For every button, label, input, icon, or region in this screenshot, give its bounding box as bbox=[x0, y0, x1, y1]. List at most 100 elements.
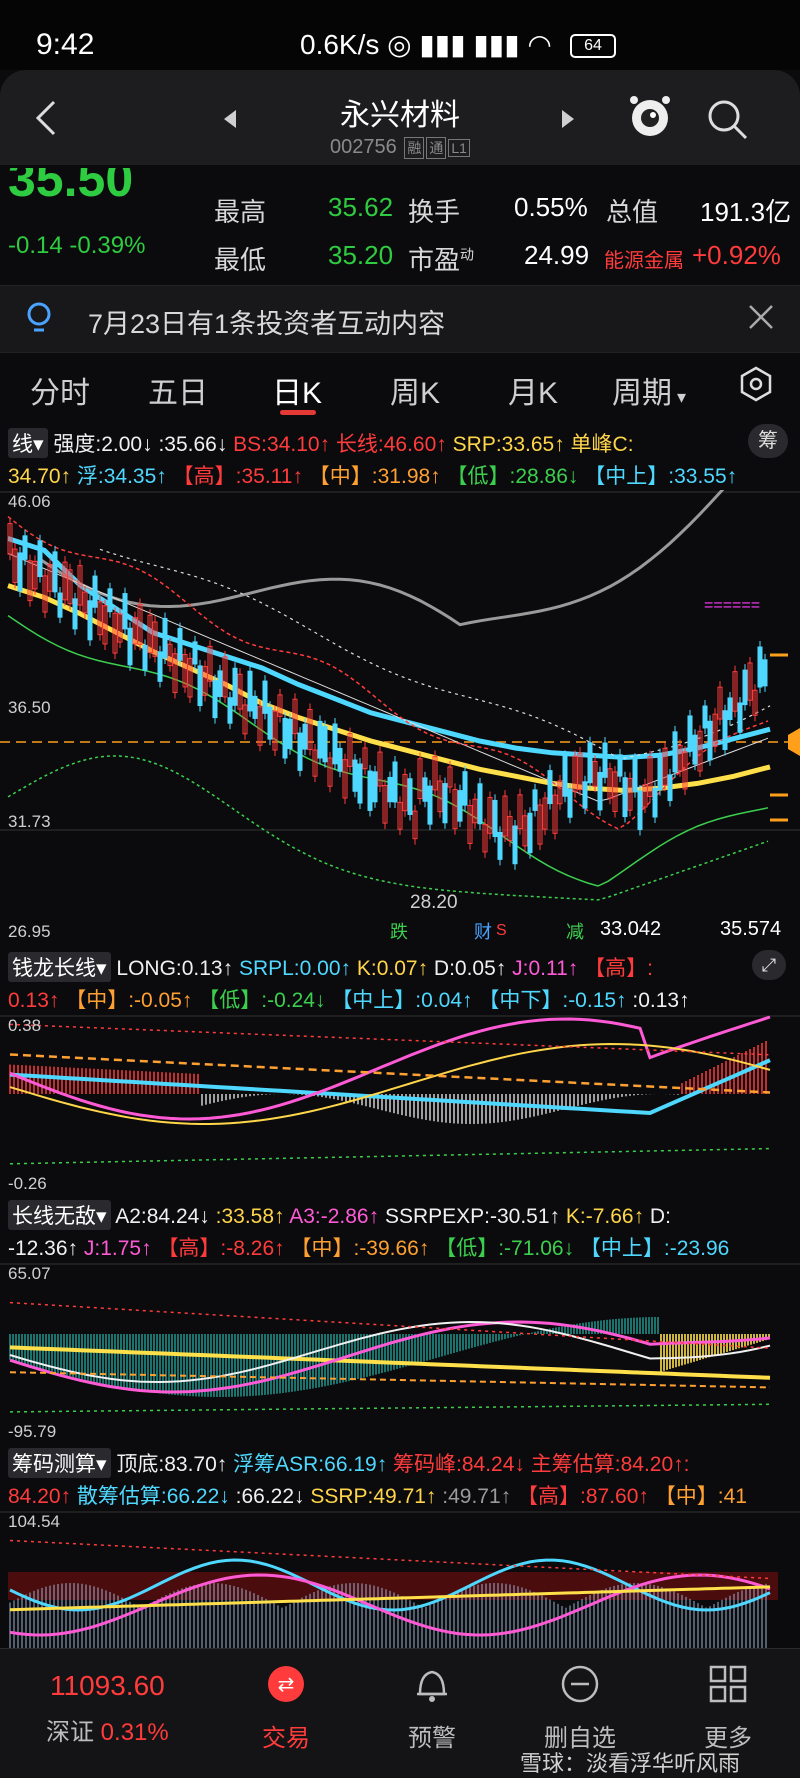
ind3-y-bottom: -95.79 bbox=[8, 1422, 57, 1441]
main-ind-value: 单峰C: bbox=[570, 433, 634, 456]
ind2-row2: 0.13↑ 【中】:-0.05↑ 【低】:-0.24↓ 【中上】:0.04↑ 【… bbox=[8, 984, 690, 1014]
candle-body bbox=[742, 669, 748, 706]
candle-body bbox=[672, 731, 678, 773]
close-icon[interactable] bbox=[748, 304, 774, 335]
candle-body bbox=[707, 720, 713, 761]
event-marker-finance[interactable]: 财 bbox=[474, 918, 492, 944]
settings-icon[interactable] bbox=[738, 366, 774, 407]
candle-body bbox=[727, 697, 733, 720]
candle-body bbox=[532, 789, 538, 811]
ind2-value: 【中下】:-0.15↑ bbox=[478, 989, 633, 1012]
ind2-value: 【高】: bbox=[584, 957, 653, 980]
tab-intraday[interactable]: 分时 bbox=[30, 368, 90, 412]
candle-body bbox=[497, 831, 503, 860]
ind2-value: LONG:0.13↑ bbox=[116, 957, 239, 980]
candle-body bbox=[177, 628, 183, 661]
tab-weekly-k[interactable]: 周K bbox=[390, 368, 440, 412]
candle-body bbox=[372, 771, 378, 803]
y-axis-top: 46.06 bbox=[8, 492, 51, 511]
stock-name: 永兴材料 bbox=[340, 99, 460, 132]
chip-button[interactable]: 筹 bbox=[748, 424, 788, 458]
high-value: 35.62 bbox=[328, 192, 394, 222]
candle-body bbox=[57, 592, 63, 618]
right-label-2: 35.574 bbox=[720, 918, 782, 940]
ind4-value: 顶底:83.70↑ bbox=[116, 1453, 234, 1476]
ind2-value: SRPL:0.00↑ bbox=[238, 957, 357, 980]
mcap-label: 总值 bbox=[606, 197, 659, 227]
search-icon[interactable] bbox=[706, 98, 750, 147]
pe-label: 市盈动 bbox=[408, 245, 475, 275]
ind4-chart[interactable] bbox=[0, 1510, 800, 1648]
ind2-value: 0.13↑ bbox=[8, 989, 66, 1012]
candle-body bbox=[622, 777, 628, 818]
main-ind-value: SRP:33.65↑ bbox=[452, 433, 571, 456]
price-change: -0.14 -0.39% bbox=[8, 232, 146, 259]
candle-body bbox=[197, 665, 203, 707]
ind4-value: 散筹估算:66.22↓ bbox=[76, 1485, 236, 1508]
ind2-chart[interactable] bbox=[0, 1014, 800, 1192]
remove-watchlist-icon[interactable] bbox=[560, 1664, 600, 1709]
ind2-row1: 钱龙长线▾ LONG:0.13↑ SRPL:0.00↑ K:0.07↑ D:0.… bbox=[8, 952, 653, 982]
main-ind-value: 强度:2.00↓ bbox=[53, 433, 159, 456]
event-marker-reduce[interactable]: 减 bbox=[566, 918, 584, 944]
ind3-chart[interactable] bbox=[0, 1262, 800, 1444]
event-marker-sell[interactable]: S bbox=[496, 922, 507, 940]
main-indicator-row2: 34.70↑ 浮:34.35↑ 【高】:35.11↑ 【中】:31.98↑ 【低… bbox=[8, 460, 737, 490]
candle-body bbox=[547, 770, 553, 805]
low-label: 最低 bbox=[214, 245, 267, 275]
ind2-value: 【中上】:0.04↑ bbox=[331, 989, 479, 1012]
tab-daily-k[interactable]: 日K bbox=[272, 368, 322, 412]
candle-body bbox=[252, 695, 258, 719]
candle-body bbox=[287, 718, 293, 750]
ind2-value: 【中】:-0.05↑ bbox=[65, 989, 199, 1012]
notice-text[interactable]: 7月23日有1条投资者互动内容 bbox=[88, 302, 445, 341]
trade-icon[interactable]: ⇄ bbox=[266, 1664, 306, 1709]
candle-body bbox=[762, 659, 768, 687]
mcap-value: 191.3亿 bbox=[700, 197, 792, 227]
mascot-icon[interactable] bbox=[628, 94, 672, 147]
candle-body bbox=[462, 771, 468, 806]
more-icon[interactable] bbox=[708, 1664, 748, 1709]
low-band-line bbox=[9, 1403, 771, 1413]
svg-text:======: ====== bbox=[704, 597, 760, 614]
nav-alert[interactable]: 预警 bbox=[408, 1718, 456, 1753]
candle-body bbox=[37, 540, 43, 578]
ind2-value: 【低】:-0.24↓ bbox=[198, 989, 332, 1012]
candlestick-chart[interactable]: ====== bbox=[0, 490, 800, 940]
y-axis-mid: 36.50 bbox=[8, 698, 51, 717]
ind4-selector[interactable]: 筹码测算▾ bbox=[8, 1448, 111, 1478]
event-marker-fall[interactable]: 跌 bbox=[390, 918, 408, 944]
candle-body bbox=[217, 670, 223, 697]
nav-trade[interactable]: 交易 bbox=[262, 1718, 310, 1753]
svg-text:⇄: ⇄ bbox=[278, 1674, 295, 1696]
ind3-selector[interactable]: 长线无敌▾ bbox=[8, 1200, 111, 1230]
main-ind-value: 【中上】:33.55↑ bbox=[584, 465, 738, 488]
expand-icon[interactable]: ⤢ bbox=[752, 950, 786, 980]
main-indicator-selector[interactable]: 线▾ bbox=[8, 428, 48, 458]
bell-icon[interactable] bbox=[412, 1664, 452, 1709]
candle-body bbox=[392, 761, 398, 803]
candle-body bbox=[212, 680, 218, 719]
tab-period[interactable]: 周期 ▾ bbox=[612, 368, 686, 412]
high-label: 最高 bbox=[214, 197, 267, 227]
ind3-value: A2:84.24↓ bbox=[115, 1205, 216, 1228]
candle-body bbox=[637, 790, 643, 830]
sector-name[interactable]: 能源金属 bbox=[604, 244, 684, 273]
tab-monthly-k[interactable]: 月K bbox=[508, 368, 558, 412]
ind4-value: :49.71↑ bbox=[442, 1485, 517, 1508]
ind3-row2: -12.36↑ J:1.75↑ 【高】:-8.26↑ 【中】:-39.66↑ 【… bbox=[8, 1232, 729, 1262]
candle-body bbox=[387, 776, 393, 803]
candle-body bbox=[602, 742, 608, 778]
bulb-icon bbox=[24, 300, 54, 339]
candle-body bbox=[127, 627, 133, 666]
ind4-value: 【高】:87.60↑ bbox=[517, 1485, 655, 1508]
index-value[interactable]: 11093.60 bbox=[50, 1670, 165, 1702]
index-info[interactable]: 深证 0.31% bbox=[46, 1712, 169, 1747]
ind2-selector[interactable]: 钱龙长线▾ bbox=[8, 952, 111, 982]
ind4-y-top: 104.54 bbox=[8, 1512, 60, 1531]
candle-body bbox=[492, 799, 498, 838]
main-ind-value: BS:34.10↑ bbox=[233, 433, 336, 456]
main-indicator-row1: 线▾ 强度:2.00↓ :35.66↓ BS:34.10↑ 长线:46.60↑ … bbox=[8, 428, 634, 458]
candle-body bbox=[757, 646, 763, 688]
tab-five-day[interactable]: 五日 bbox=[148, 368, 208, 412]
